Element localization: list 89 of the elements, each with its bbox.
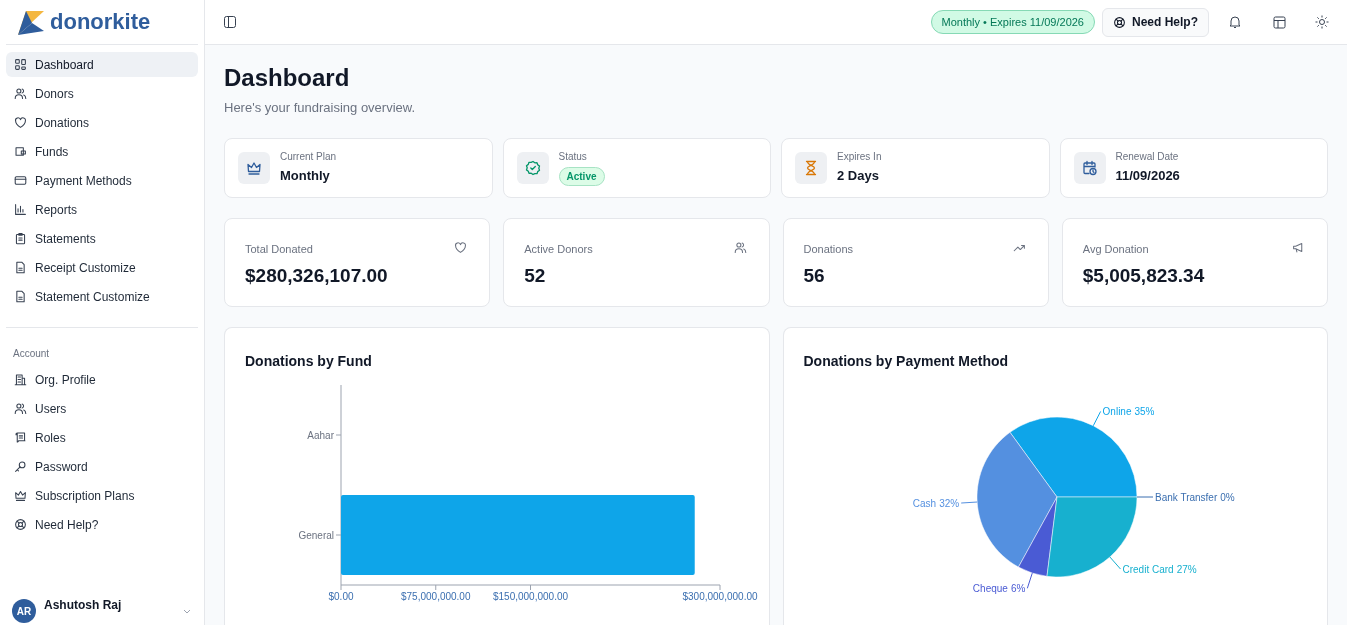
nav-item[interactable]: Receipt Customize: [6, 255, 198, 280]
stat-value: $280,326,107.00: [245, 264, 389, 288]
axis-tick-label: $300,000,000.00: [682, 590, 758, 602]
plan-badge: Monthly • Expires 11/09/2026: [930, 9, 1095, 35]
nav-item[interactable]: Funds: [6, 139, 198, 164]
logo-icon: [18, 9, 46, 35]
plan-label: Expires In: [837, 150, 882, 165]
nav-item[interactable]: Donors: [6, 81, 198, 106]
page-subtitle: Here's your fundraising overview.: [224, 99, 417, 117]
lifebuoy-icon: [14, 518, 27, 531]
nav-item[interactable]: Need Help?: [6, 512, 198, 537]
nav-item[interactable]: Statements: [6, 226, 198, 251]
value-label: 27%: [1176, 563, 1197, 574]
value-label: 35%: [1134, 405, 1154, 417]
slice-label: Online: [1102, 405, 1131, 417]
slice-label: Credit Card: [1122, 563, 1174, 574]
clipboard-icon: [14, 232, 27, 245]
value-label: 6%: [1010, 582, 1025, 594]
stat-label: Active Donors: [524, 241, 593, 257]
scroll-icon: [14, 431, 27, 444]
megaphone-icon: [1292, 240, 1305, 254]
stat-label: Avg Donation: [1082, 241, 1149, 257]
key-icon: [14, 460, 27, 473]
axis-category-label: Aahar: [307, 429, 334, 440]
stat-label: Total Donated: [245, 241, 313, 257]
stat-value: 52: [524, 264, 547, 288]
help-button[interactable]: Need Help?: [1102, 7, 1209, 37]
nav-item[interactable]: Donations: [6, 110, 198, 135]
dashboard-icon: [14, 58, 27, 71]
wallet-icon: [14, 145, 27, 158]
users-icon: [733, 240, 747, 254]
user-avatar[interactable]: AR: [12, 599, 36, 623]
heart-icon: [14, 116, 27, 129]
building-icon: [14, 373, 27, 386]
nav-item[interactable]: Reports: [6, 197, 198, 222]
slice-label: Cash: [912, 497, 936, 509]
users-icon: [14, 402, 27, 415]
section-heading: Account: [12, 347, 51, 361]
slice-label: Cheque: [972, 582, 1008, 594]
slice-label: Bank Transfer: [1154, 491, 1217, 502]
leader-line: [1108, 556, 1121, 569]
value-label: 0%: [1219, 491, 1235, 502]
heart-icon: [454, 240, 468, 254]
leader-line: [1026, 572, 1033, 589]
plan-value: 2 Days: [837, 167, 880, 186]
lifebuoy-icon: [1113, 15, 1126, 29]
nav-item[interactable]: Users: [6, 396, 198, 421]
chart-title: Donations by Payment Method: [802, 351, 1010, 371]
nav-item[interactable]: Roles: [6, 425, 198, 450]
user-name: Ashutosh Raj: [44, 597, 122, 614]
axis-tick-label: $150,000,000.00: [492, 590, 569, 602]
plan-value: Monthly: [280, 167, 331, 186]
bar-chart-icon: [14, 203, 27, 216]
page-title: Dashboard: [224, 64, 351, 92]
stat-value: $5,005,823.34: [1082, 264, 1206, 288]
plan-label: Current Plan: [280, 150, 337, 165]
users-icon: [14, 87, 27, 100]
nav-item[interactable]: Payment Methods: [6, 168, 198, 193]
check-badge-icon: [524, 159, 541, 176]
axis-tick-label: $75,000,000.00: [401, 590, 471, 602]
document-icon: [14, 290, 27, 303]
brand-name: donorkite: [50, 11, 151, 33]
plan-label: Status: [558, 150, 588, 164]
calendar-icon: [1081, 159, 1098, 176]
hourglass-icon: [803, 159, 819, 176]
nav-item[interactable]: Org. Profile: [6, 367, 198, 392]
chart-title: Donations by Fund: [244, 351, 373, 371]
leader-line: [1136, 496, 1153, 497]
stat-value: 56: [803, 264, 826, 288]
sidebar-toggle-icon[interactable]: [223, 15, 237, 29]
plan-label: Renewal Date: [1115, 150, 1180, 165]
crown-icon: [14, 489, 27, 502]
status-badge: Active: [558, 167, 605, 186]
credit-card-icon: [14, 174, 27, 187]
leader-line: [960, 501, 978, 504]
plan-value: 11/09/2026: [1115, 167, 1180, 186]
document-icon: [14, 261, 27, 274]
axis-category-label: General: [298, 529, 334, 540]
axis-tick-label: $0.00: [328, 590, 354, 602]
stat-label: Donations: [803, 241, 854, 257]
nav-item[interactable]: Password: [6, 454, 198, 479]
notifications-icon[interactable]: [1228, 15, 1242, 29]
nav-item[interactable]: Statement Customize: [6, 284, 198, 309]
nav-item[interactable]: Dashboard: [6, 52, 198, 77]
value-label: 32%: [938, 497, 959, 509]
leader-line: [1092, 410, 1101, 426]
layout-icon[interactable]: [1273, 15, 1286, 29]
theme-toggle-icon[interactable]: [1315, 15, 1329, 29]
nav-item[interactable]: Subscription Plans: [6, 483, 198, 508]
